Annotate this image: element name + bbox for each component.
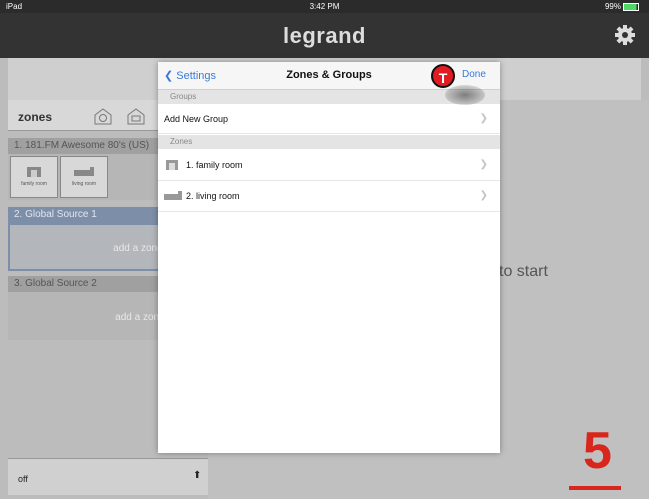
touch-shadow (445, 85, 485, 105)
living-room-icon (164, 191, 182, 200)
status-time: 3:42 PM (309, 2, 340, 11)
zone-label: 1. family room (186, 160, 243, 170)
chevron-right-icon: ❯ (479, 190, 488, 201)
sidebar-footer: off ⬆ (8, 458, 208, 495)
zone-row[interactable]: 1. family room ❯ (158, 150, 500, 181)
add-group-label: Add New Group (164, 114, 229, 124)
battery-indicator: 99% (605, 2, 639, 11)
done-button[interactable]: Done (462, 69, 486, 80)
zones-groups-modal: ❮ Settings Zones & Groups T Done Groups … (158, 62, 500, 453)
modal-header: ❮ Settings Zones & Groups T Done (158, 62, 500, 90)
step-underline (569, 486, 621, 490)
app-header: legrand (0, 13, 649, 58)
power-icon[interactable] (93, 107, 113, 125)
chevron-right-icon: ❯ (479, 159, 488, 170)
family-room-icon (166, 160, 178, 170)
legrand-logo: legrand (283, 23, 366, 48)
footer-status: off (18, 474, 28, 484)
upload-icon[interactable]: ⬆ (193, 470, 201, 481)
status-bar: iPad 3:42 PM 99% (0, 0, 649, 13)
zones-section-header: Zones (158, 135, 500, 149)
living-room-icon (74, 167, 94, 176)
zone-tile-label: family room (21, 181, 47, 187)
battery-percent: 99% (604, 2, 621, 11)
zone-label: 2. living room (186, 191, 240, 201)
step-number: 5 (583, 422, 612, 480)
battery-icon (623, 2, 639, 11)
main-placeholder-text: to start (499, 263, 548, 280)
tap-badge: T (431, 64, 455, 88)
zone-tile-family-room[interactable]: family room (10, 156, 58, 198)
gear-icon[interactable] (614, 24, 636, 46)
mute-icon[interactable] (126, 107, 146, 125)
zone-row[interactable]: 2. living room ❯ (158, 181, 500, 212)
family-room-icon (27, 167, 41, 177)
add-new-group-row[interactable]: Add New Group ❯ (158, 104, 500, 134)
zones-title: zones (18, 110, 53, 124)
zone-tile-living-room[interactable]: living room (60, 156, 108, 198)
zone-tile-label: living room (71, 181, 97, 187)
chevron-right-icon: ❯ (479, 113, 488, 124)
